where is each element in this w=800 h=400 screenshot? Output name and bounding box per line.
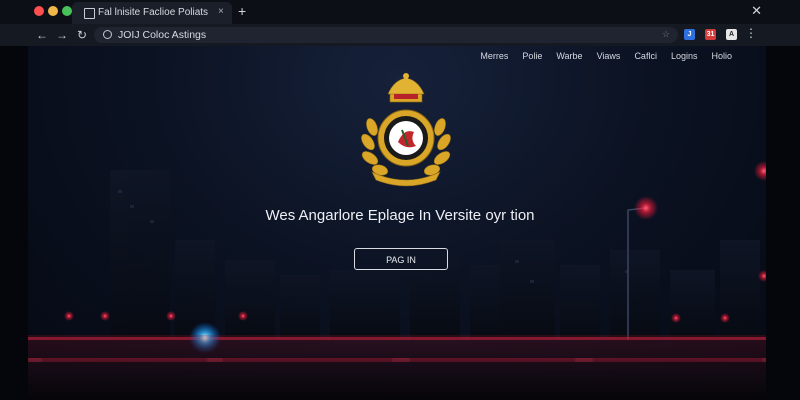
right-frame xyxy=(766,0,800,400)
forward-arrow-icon[interactable]: → xyxy=(56,28,68,42)
nav-link-holio[interactable]: Holio xyxy=(711,51,732,61)
cta-button[interactable]: PAG IN xyxy=(354,248,448,270)
address-bar[interactable]: JOIJ Coloc Astings ☆ xyxy=(94,27,678,43)
browser-window: Fal lnisite Faclioe Poliats × + ✕ ← → ↻ … xyxy=(0,0,800,400)
tab-title: Fal lnisite Faclioe Poliats xyxy=(98,7,209,18)
close-window-dot[interactable] xyxy=(34,6,44,16)
reload-icon[interactable]: ↻ xyxy=(77,28,87,42)
police-crest-emblem xyxy=(361,73,451,187)
left-frame xyxy=(0,0,28,400)
maximize-window-dot[interactable] xyxy=(62,6,72,16)
search-icon xyxy=(103,30,112,39)
calendar-extension-icon[interactable]: 31 xyxy=(705,29,716,40)
tab-close-icon[interactable]: × xyxy=(218,6,224,17)
nav-link-viaws[interactable]: Viaws xyxy=(597,51,621,61)
site-nav: Merres Polie Warbe Viaws Caflci Logins H… xyxy=(480,51,732,61)
nav-link-warbe[interactable]: Warbe xyxy=(556,51,582,61)
back-arrow-icon[interactable]: ← xyxy=(36,28,48,42)
road-glow xyxy=(0,335,800,400)
bookmark-star-icon[interactable]: ☆ xyxy=(662,29,670,40)
account-extension-icon[interactable]: A xyxy=(726,29,737,40)
browser-tab[interactable]: Fal lnisite Faclioe Poliats × xyxy=(72,2,232,24)
nav-link-logins[interactable]: Logins xyxy=(671,51,698,61)
browser-toolbar: ← → ↻ JOIJ Coloc Astings ☆ xyxy=(0,24,800,46)
nav-link-caflci[interactable]: Caflci xyxy=(634,51,657,61)
minimize-window-dot[interactable] xyxy=(48,6,58,16)
browser-menu-icon[interactable]: ⋮ xyxy=(745,26,757,40)
page-favicon-icon xyxy=(84,8,95,19)
new-tab-button[interactable]: + xyxy=(238,3,246,19)
tab-bar: Fal lnisite Faclioe Poliats × + ✕ xyxy=(0,0,800,24)
address-text[interactable]: JOIJ Coloc Astings xyxy=(118,29,206,41)
blue-extension-icon[interactable]: J xyxy=(684,29,695,40)
nav-link-merres[interactable]: Merres xyxy=(480,51,508,61)
window-close-button[interactable]: ✕ xyxy=(751,3,762,19)
hero-headline: Wes Angarlore Eplage In Versite oyr tion xyxy=(265,207,535,224)
nav-link-polie[interactable]: Polie xyxy=(522,51,542,61)
